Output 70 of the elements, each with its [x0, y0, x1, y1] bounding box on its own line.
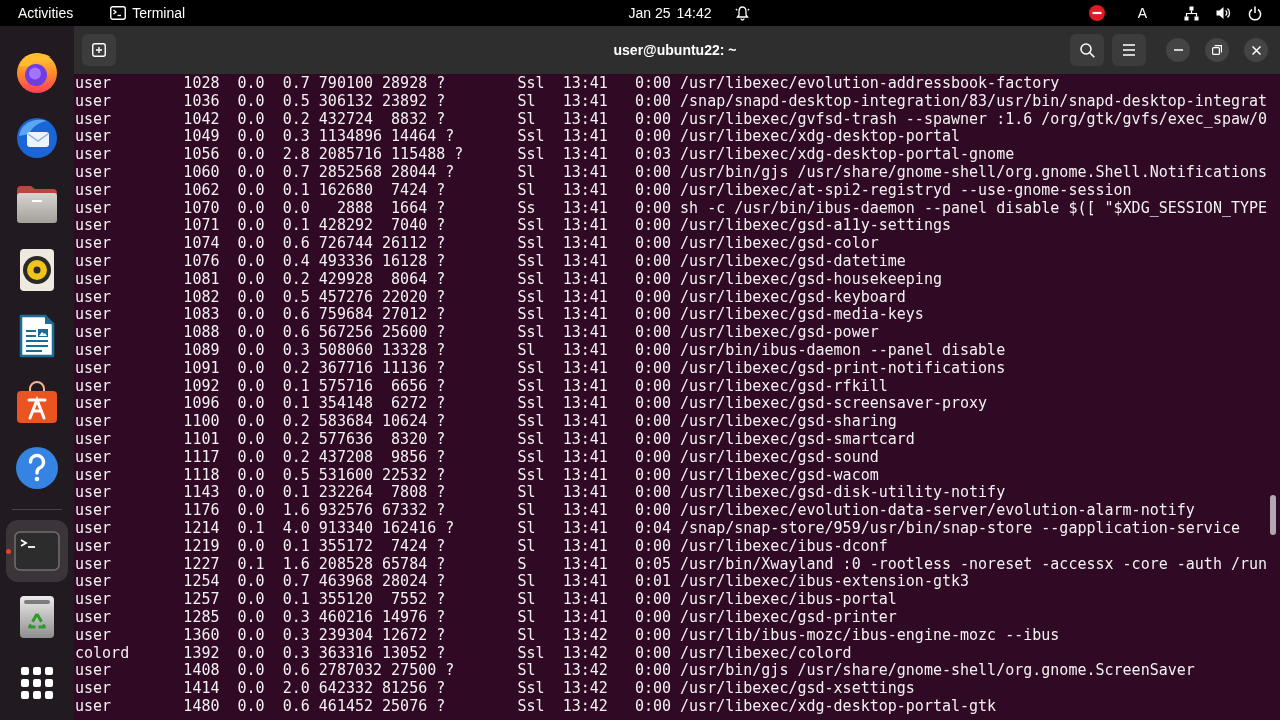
- minimize-button[interactable]: [1166, 38, 1190, 62]
- terminal-line: user 1096 0.0 0.1 354148 6272 ? Ssl 13:41 0:00 /usr/libexec/gsd-screensaver-proxy: [75, 395, 988, 414]
- terminal-line: user 1408 0.0 0.6 2787032 27500 ? Sl 13:42 0:00 /usr/bin/gjs /usr/share/gnome-shell/org.gnome.ScreenSaver: [75, 662, 1195, 681]
- terminal-line: user 1042 0.0 0.2 432724 8832 ? Sl 13:41 0:00 /usr/libexec/gvfsd-trash --spawner :1.6 /org/gtk/gvfs/exec_spaw/0: [75, 110, 1268, 129]
- plus-square-icon: [92, 43, 106, 57]
- bell-icon: [734, 5, 750, 21]
- scrollbar-thumb[interactable]: [1270, 495, 1276, 535]
- input-source-button[interactable]: A: [1127, 0, 1157, 26]
- terminal-line: user 1480 0.0 0.6 461452 25076 ? Ssl 13:42 0:00 /usr/libexec/xdg-desktop-portal-gtk: [75, 697, 997, 716]
- help-icon: [15, 446, 59, 490]
- terminal-line: user 1414 0.0 2.0 642332 81256 ? Ssl 13:42 0:00 /usr/libexec/gsd-xsettings: [75, 680, 915, 698]
- terminal-line: user 1101 0.0 0.2 577636 8320 ? Ssl 13:41 0:00 /usr/libexec/gsd-smartcard: [75, 430, 915, 449]
- terminal-line: user 1089 0.0 0.3 508060 13328 ? Sl 13:41 0:00 /usr/bin/ibus-daemon --panel disable: [75, 341, 1006, 360]
- maximize-button[interactable]: [1205, 38, 1229, 62]
- terminal-line: user 1117 0.0 0.2 437208 9856 ? Ssl 13:41 0:00 /usr/libexec/gsd-sound: [75, 448, 879, 467]
- terminal-line: user 1214 0.1 4.0 913340 162416 ? Sl 13:41 0:04 /snap/snap-store/959/usr/bin/snap-store --gapplication-service: [75, 519, 1240, 538]
- terminal-line: user 1257 0.0 0.1 355120 7552 ? Sl 13:41 0:00 /usr/libexec/ibus-portal: [75, 591, 897, 609]
- minimize-icon: [1173, 49, 1183, 51]
- browser-icon: [15, 50, 59, 94]
- terminal-line: user 1074 0.0 0.6 726744 26112 ? Ssl 13:41 0:00 /usr/libexec/gsd-color: [75, 235, 879, 253]
- terminal-line: user 1227 0.1 1.6 208528 65784 ? S 13:41 0:05 /usr/bin/Xwayland :0 -rootless -noreset -accessx -core -auth /run: [75, 555, 1268, 574]
- terminal-line: user 1285 0.0 0.3 460216 14976 ? Sl 13:41 0:00 /usr/libexec/gsd-printer: [75, 608, 897, 627]
- volume-icon: [1216, 6, 1231, 20]
- terminal-line: user 1060 0.0 0.7 2852568 28044 ? Sl 13:41 0:00 /usr/bin/gjs /usr/share/gnome-shell/org.gnome.Shell.Notifications: [75, 164, 1268, 182]
- clock-button[interactable]: Jan 25 14:42: [618, 0, 760, 26]
- restore-icon: [1212, 45, 1222, 55]
- terminal-line: user 1081 0.0 0.2 429928 8064 ? Ssl 13:41 0:00 /usr/libexec/gsd-housekeeping: [75, 270, 942, 289]
- search-icon: [1079, 42, 1095, 58]
- menu-icon: [1122, 44, 1136, 56]
- terminal-line: user 1092 0.0 0.1 575716 6656 ? Ssl 13:41 0:00 /usr/libexec/gsd-rfkill: [75, 377, 888, 396]
- terminal-line: user 1076 0.0 0.4 493336 16128 ? Ssl 13:41 0:00 /usr/libexec/gsd-datetime: [75, 252, 906, 271]
- search-button[interactable]: [1070, 34, 1104, 66]
- terminal-line: user 1254 0.0 0.7 463968 28024 ? Sl 13:41 0:01 /usr/libexec/ibus-extension-gtk3: [75, 573, 970, 592]
- terminal-line: user 1083 0.0 0.6 759684 27012 ? Ssl 13:41 0:00 /usr/libexec/gsd-media-keys: [75, 306, 924, 325]
- speaker-icon: [19, 248, 55, 292]
- terminal-line: user 1219 0.0 0.1 355172 7424 ? Sl 13:41 0:00 /usr/libexec/ibus-dconf: [75, 537, 888, 556]
- mail-icon: [15, 116, 59, 160]
- terminal-line: user 1049 0.0 0.3 1134896 14464 ? Ssl 13:41 0:00 /usr/libexec/xdg-desktop-portal: [75, 128, 960, 147]
- terminal-line: user 1036 0.0 0.5 306132 23892 ? Sl 13:41 0:00 /snap/snapd-desktop-integration/83/usr/bin/snapd-desktop-integrat: [75, 92, 1268, 111]
- terminal-line: user 1118 0.0 0.5 531600 22532 ? Ssl 13:41 0:00 /usr/libexec/gsd-wacom: [75, 466, 879, 485]
- power-icon: [1248, 5, 1262, 21]
- terminal-icon: [14, 531, 60, 571]
- terminal-line: user 1143 0.0 0.1 232264 7808 ? Sl 13:41 0:00 /usr/libexec/gsd-disk-utility-notify: [75, 484, 1006, 503]
- terminal-line: user 1360 0.0 0.3 239304 12672 ? Sl 13:42 0:00 /usr/lib/ibus-mozc/ibus-engine-mozc --ibus: [75, 626, 1060, 645]
- terminal-line: user 1088 0.0 0.6 567256 25600 ? Ssl 13:41 0:00 /usr/libexec/gsd-power: [75, 324, 879, 342]
- close-icon: [1251, 45, 1261, 55]
- network-icon: [1184, 5, 1199, 21]
- new-tab-button[interactable]: [82, 34, 116, 66]
- recycle-bin-icon: [19, 595, 55, 639]
- terminal-line: user 1091 0.0 0.2 367716 11136 ? Ssl 13:41 0:00 /usr/libexec/gsd-print-notifications: [75, 359, 1006, 378]
- terminal-icon: [110, 6, 127, 20]
- terminal-line: user 1028 0.0 0.7 790100 28928 ? Ssl 13:41 0:00 /usr/libexec/evolution-addressbook-factory: [75, 75, 1060, 93]
- window-title: user@ubuntu22: ~: [613, 42, 737, 58]
- terminal-line: user 1062 0.0 0.1 162680 7424 ? Sl 13:41 0:00 /usr/libexec/at-spi2-registryd --use-gnome-session: [75, 181, 1132, 200]
- terminal-line: user 1071 0.0 0.1 428292 7040 ? Ssl 13:41 0:00 /usr/libexec/gsd-a11y-settings: [75, 217, 951, 236]
- app-grid-icon: [21, 667, 53, 699]
- activities-button[interactable]: Activities: [8, 0, 84, 26]
- folder-icon: [15, 184, 59, 224]
- shopping-bag-icon: [15, 380, 59, 424]
- terminal-line: user 1100 0.0 0.2 583684 10624 ? Ssl 13:41 0:00 /usr/libexec/gsd-sharing: [75, 413, 897, 431]
- terminal-line: user 1176 0.0 1.6 932576 67332 ? Sl 13:41 0:00 /usr/libexec/evolution-data-server/evolution-alarm-notify: [75, 502, 1195, 520]
- menu-button[interactable]: [1112, 34, 1146, 66]
- no-entry-icon[interactable]: [1088, 5, 1105, 21]
- terminal-line: user 1082 0.0 0.5 457276 22020 ? Ssl 13:41 0:00 /usr/libexec/gsd-keyboard: [75, 288, 906, 307]
- terminal-line: user 1070 0.0 0.0 2888 1664 ? Ss 13:41 0:00 sh -c /usr/bin/ibus-daemon --panel disable $([ "$XDG_SESSION_TYPE: [75, 199, 1268, 218]
- close-button[interactable]: [1244, 38, 1268, 62]
- terminal-line: colord 1392 0.0 0.3 363316 13052 ? Ssl 13:42 0:00 /usr/libexec/colord: [75, 644, 852, 663]
- terminal-line: user 1056 0.0 2.8 2085716 115488 ? Ssl 13:41 0:03 /usr/libexec/xdg-desktop-portal-gnome: [75, 146, 1015, 164]
- document-icon: [19, 314, 55, 358]
- app-menu-button[interactable]: Terminal: [100, 0, 196, 26]
